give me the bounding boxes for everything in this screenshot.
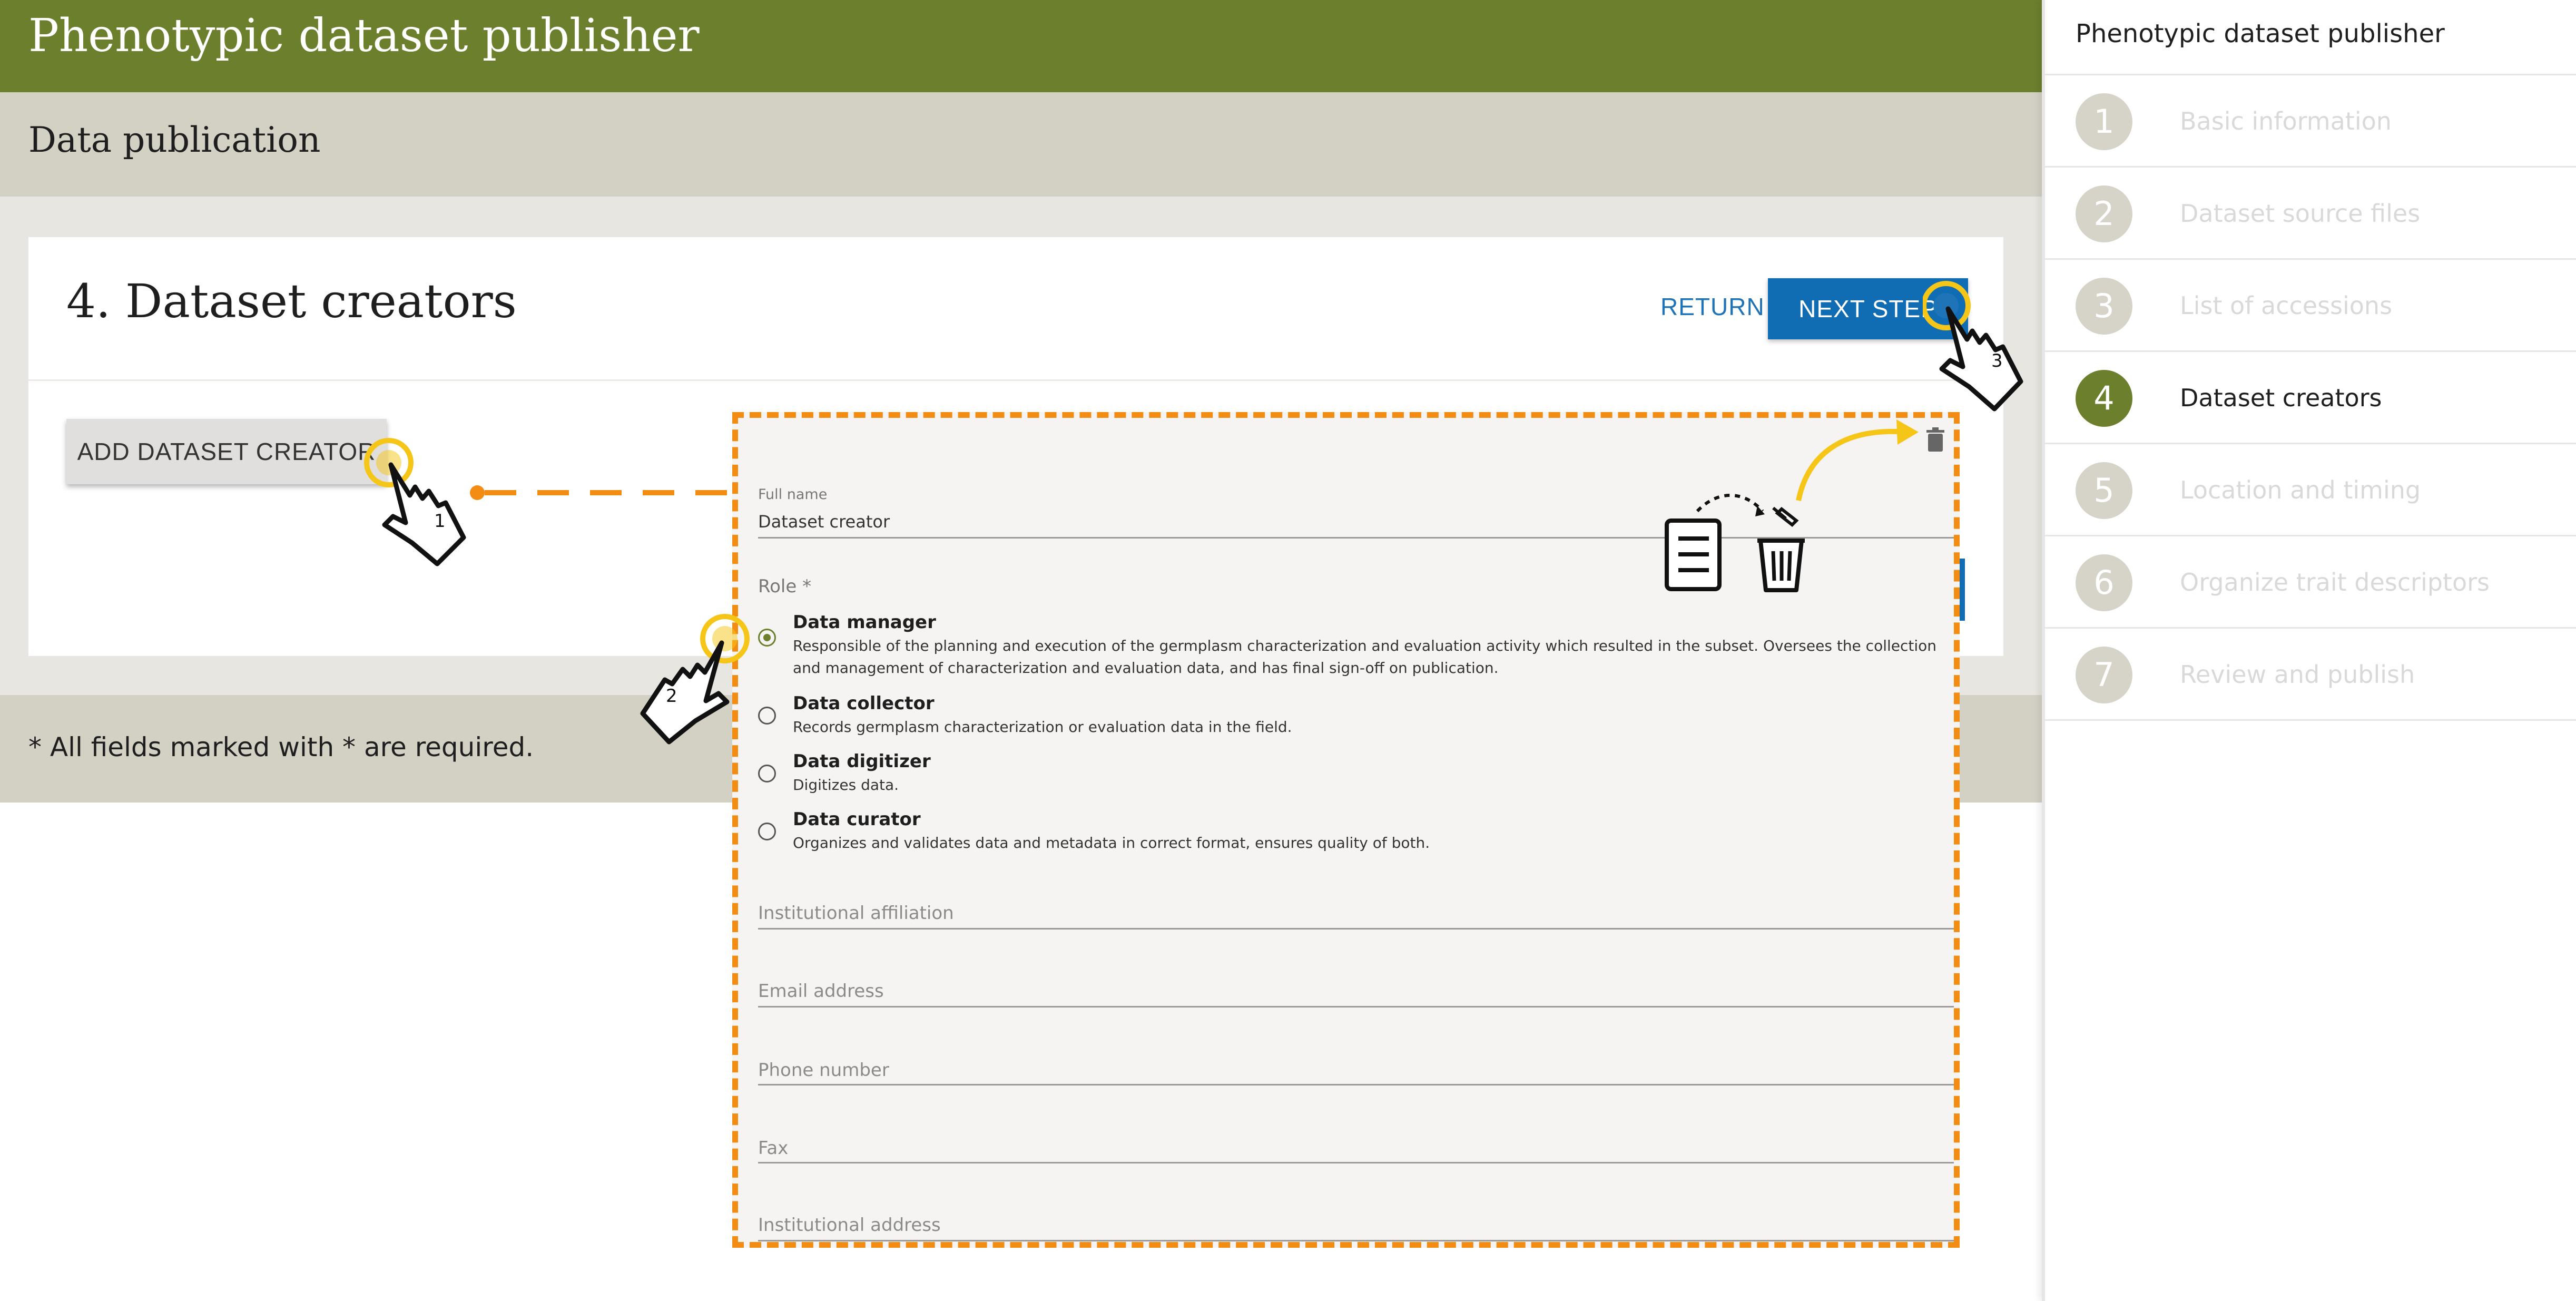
sidebar-step-basic-information[interactable]: 1 Basic information: [2045, 75, 2576, 168]
field-underline: [758, 1084, 1954, 1085]
step-label: Location and timing: [2180, 476, 2421, 504]
phone-number-input[interactable]: Phone number: [758, 1060, 889, 1081]
role-title: Data collector: [793, 693, 935, 714]
full-name-input[interactable]: Dataset creator: [758, 512, 890, 532]
role-title: Data manager: [793, 612, 936, 633]
field-underline: [758, 928, 1954, 930]
page-subtitle: Data publication: [28, 120, 321, 160]
sidebar-step-organize-trait-descriptors[interactable]: 6 Organize trait descriptors: [2045, 536, 2576, 629]
sidebar-step-location-and-timing[interactable]: 5 Location and timing: [2045, 444, 2576, 536]
step-number: 5: [2076, 462, 2132, 519]
sidebar-title: Phenotypic dataset publisher: [2045, 0, 2576, 75]
role-data-manager-radio[interactable]: [758, 629, 776, 647]
step-number: 7: [2076, 647, 2132, 703]
sidebar-step-dataset-source-files[interactable]: 2 Dataset source files: [2045, 168, 2576, 260]
fax-input[interactable]: Fax: [758, 1138, 788, 1159]
sidebar-step-dataset-creators[interactable]: 4 Dataset creators: [2045, 352, 2576, 444]
trash-icon[interactable]: [1925, 427, 1945, 453]
institutional-affiliation-input[interactable]: Institutional affiliation: [758, 903, 954, 924]
creator-form-panel: Full name Dataset creator Role * Data ma…: [732, 412, 1960, 1248]
card-divider: [28, 379, 2003, 381]
step-label: Basic information: [2180, 107, 2392, 135]
institutional-address-input[interactable]: Institutional address: [758, 1215, 941, 1236]
role-description: Responsible of the planning and executio…: [793, 637, 1937, 677]
step-number: 6: [2076, 554, 2132, 611]
step-number: 3: [2076, 278, 2132, 335]
role-description: Records germplasm characterization or ev…: [793, 718, 1292, 736]
step-label: Dataset source files: [2180, 199, 2421, 228]
role-data-curator-radio[interactable]: [758, 823, 776, 840]
app-title: Phenotypic dataset publisher: [28, 9, 700, 62]
role-description: Digitizes data.: [793, 776, 899, 794]
step-label: List of accessions: [2180, 291, 2393, 320]
next-step-button[interactable]: NEXT STEP: [1768, 278, 1968, 339]
step-label: Organize trait descriptors: [2180, 568, 2490, 596]
section-heading: 4. Dataset creators: [66, 274, 517, 328]
sidebar-step-list-of-accessions[interactable]: 3 List of accessions: [2045, 260, 2576, 352]
full-name-label: Full name: [758, 486, 828, 503]
required-note: * All fields marked with * are required.: [28, 732, 534, 762]
add-dataset-creator-button[interactable]: ADD DATASET CREATOR: [66, 419, 387, 484]
sidebar-step-review-and-publish[interactable]: 7 Review and publish: [2045, 629, 2576, 721]
full-name-underline: [758, 537, 1954, 539]
step-label: Dataset creators: [2180, 384, 2382, 412]
email-address-input[interactable]: Email address: [758, 981, 884, 1002]
step-number: 1: [2076, 93, 2132, 150]
field-underline: [758, 1006, 1954, 1007]
field-underline: [758, 1162, 1954, 1163]
return-button[interactable]: RETURN: [1660, 292, 1765, 321]
role-data-digitizer-radio[interactable]: [758, 765, 776, 782]
app-header: Phenotypic dataset publisher: [0, 0, 2042, 92]
role-title: Data curator: [793, 809, 921, 830]
role-label: Role *: [758, 576, 812, 597]
steps-sidebar: Phenotypic dataset publisher 1 Basic inf…: [2042, 0, 2576, 1301]
role-data-collector-radio[interactable]: [758, 707, 776, 725]
page-subheader: Data publication: [0, 92, 2042, 197]
role-description: Organizes and validates data and metadat…: [793, 834, 1430, 852]
step-number: 2: [2076, 185, 2132, 242]
role-title: Data digitizer: [793, 751, 931, 772]
field-underline: [758, 1240, 1954, 1241]
step-number: 4: [2076, 370, 2132, 427]
step-label: Review and publish: [2180, 660, 2415, 689]
